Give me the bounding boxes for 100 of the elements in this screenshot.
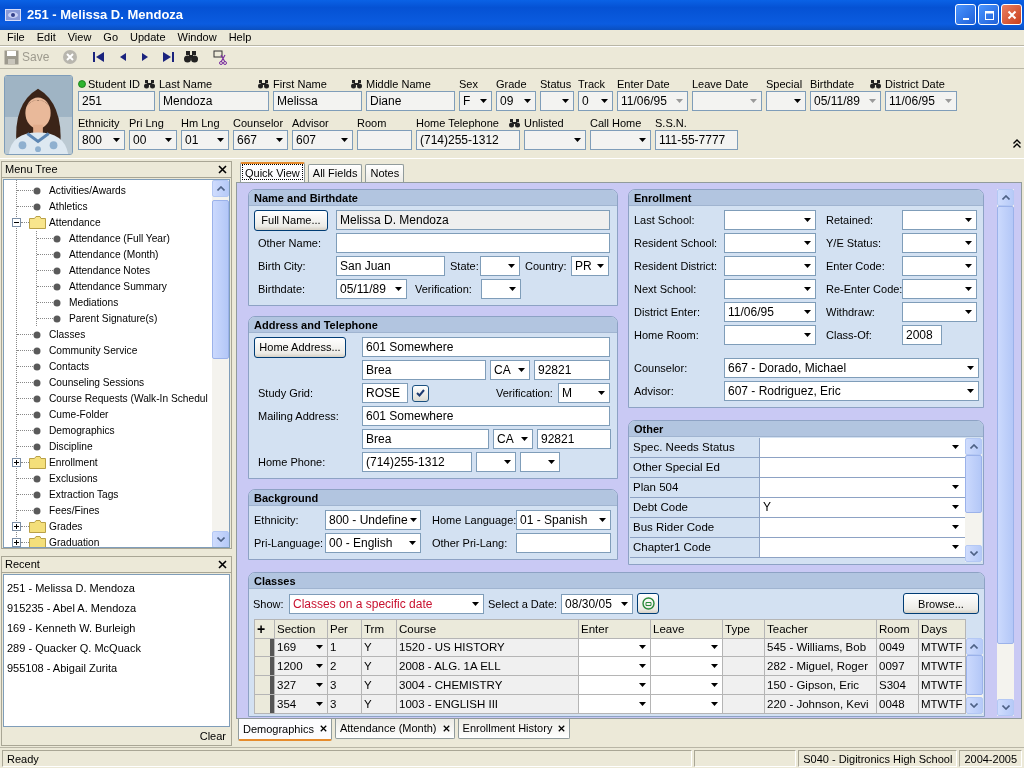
column-header[interactable]: Room: [876, 619, 919, 639]
scroll-thumb[interactable]: [212, 199, 229, 359]
scroll-down-button[interactable]: [997, 698, 1014, 716]
dropdown[interactable]: 05/11/89: [810, 90, 881, 111]
tab[interactable]: Notes: [365, 163, 405, 182]
dropdown[interactable]: [724, 210, 816, 231]
tree-item[interactable]: Graduation: [49, 537, 100, 547]
text-field[interactable]: Diane: [366, 90, 455, 111]
dropdown[interactable]: M: [558, 383, 610, 404]
tab[interactable]: Enrollment History: [457, 718, 571, 739]
text-field[interactable]: (714)255-1312: [416, 129, 520, 150]
text-field[interactable]: Brea: [362, 360, 486, 381]
text-field[interactable]: [357, 129, 412, 150]
scroll-down-button[interactable]: [965, 544, 982, 562]
text-field[interactable]: 601 Somewhere: [362, 337, 610, 358]
tab[interactable]: Quick View: [240, 161, 305, 182]
tree-item[interactable]: Attendance Summary: [69, 281, 167, 293]
text-field[interactable]: 92821: [534, 360, 610, 381]
dropdown[interactable]: [650, 694, 723, 714]
dropdown[interactable]: [766, 90, 806, 111]
dropdown[interactable]: CA: [490, 360, 530, 381]
dropdown[interactable]: [902, 302, 977, 323]
maximize-button[interactable]: [978, 4, 999, 26]
dropdown[interactable]: [540, 90, 574, 111]
menu-item[interactable]: View: [61, 31, 98, 44]
dropdown[interactable]: 08/30/05: [561, 593, 634, 614]
binoculars-icon[interactable]: [144, 79, 155, 89]
tab[interactable]: All Fields: [307, 163, 363, 182]
expander-icon[interactable]: [12, 522, 21, 532]
tree-item[interactable]: Discipline: [49, 441, 93, 453]
add-row-button[interactable]: +: [254, 619, 275, 639]
dropdown[interactable]: [480, 256, 520, 277]
dropdown[interactable]: [476, 452, 516, 473]
dropdown[interactable]: [520, 452, 560, 473]
dropdown[interactable]: 00: [129, 129, 177, 150]
tree-item[interactable]: Mediations: [69, 297, 119, 309]
dropdown[interactable]: [724, 233, 816, 254]
dropdown[interactable]: 667: [233, 129, 288, 150]
dropdown[interactable]: [578, 675, 651, 695]
tree-item[interactable]: Fees/Fines: [49, 505, 100, 517]
dropdown[interactable]: 11/06/95: [885, 90, 957, 111]
column-header[interactable]: Type: [722, 619, 765, 639]
column-header[interactable]: Trm: [361, 619, 397, 639]
push-button[interactable]: Full Name...: [254, 209, 328, 231]
scroll-up-button[interactable]: [997, 188, 1014, 206]
expander-icon[interactable]: [12, 218, 21, 228]
menu-item[interactable]: Window: [171, 31, 223, 44]
dropdown[interactable]: [902, 210, 977, 231]
tree-item[interactable]: Attendance Notes: [69, 265, 150, 277]
dropdown[interactable]: 0: [578, 90, 613, 111]
tree-item[interactable]: Extraction Tags: [49, 489, 119, 501]
binoculars-icon[interactable]: [184, 49, 199, 65]
dropdown[interactable]: F: [459, 90, 492, 111]
column-header[interactable]: Enter: [578, 619, 651, 639]
dropdown[interactable]: Classes on a specific date: [289, 593, 484, 614]
push-button[interactable]: Home Address...: [254, 336, 346, 358]
binoculars-icon[interactable]: [509, 118, 520, 128]
dropdown[interactable]: 607 - Rodriguez, Eric: [724, 381, 979, 402]
recent-item[interactable]: 915235 - Abel A. Mendoza: [7, 601, 137, 614]
dropdown[interactable]: [650, 638, 723, 657]
close-icon[interactable]: [218, 559, 227, 569]
close-icon[interactable]: [218, 164, 227, 174]
dropdown[interactable]: [902, 233, 977, 254]
tree-item[interactable]: Attendance (Month): [69, 249, 159, 261]
menu-item[interactable]: Edit: [30, 31, 62, 44]
column-header[interactable]: Leave: [650, 619, 723, 639]
menu-item[interactable]: Update: [124, 31, 172, 44]
expander-icon[interactable]: [12, 458, 21, 468]
scissors-icon[interactable]: [213, 49, 228, 65]
scroll-thumb[interactable]: [965, 454, 982, 513]
text-field[interactable]: Mendoza: [159, 90, 269, 111]
tree-item[interactable]: Enrollment: [49, 457, 98, 469]
scroll-up-button[interactable]: [212, 179, 229, 197]
tree-item[interactable]: Community Service: [49, 345, 138, 357]
column-header[interactable]: Course: [396, 619, 579, 639]
dropdown[interactable]: 800: [78, 129, 125, 150]
text-field[interactable]: 92821: [537, 429, 611, 450]
text-field[interactable]: [516, 533, 611, 554]
column-header[interactable]: Days: [918, 619, 965, 639]
tab[interactable]: Attendance (Month): [334, 718, 455, 739]
recent-item[interactable]: 169 - Kenneth W. Burleigh: [7, 621, 136, 634]
last-record-icon[interactable]: [161, 49, 176, 65]
dropdown[interactable]: [724, 279, 816, 300]
close-icon[interactable]: [442, 724, 450, 732]
binoculars-icon[interactable]: [870, 79, 881, 89]
text-field[interactable]: 2008: [902, 325, 942, 346]
menu-item[interactable]: File: [1, 31, 31, 44]
text-field[interactable]: 251: [78, 90, 155, 111]
tree-item[interactable]: Classes: [49, 329, 86, 341]
first-record-icon[interactable]: [92, 49, 107, 65]
close-button[interactable]: [1001, 4, 1022, 26]
recent-item[interactable]: 289 - Quacker Q. McQuack: [7, 641, 141, 654]
dropdown[interactable]: [578, 656, 651, 676]
dropdown[interactable]: [692, 90, 762, 111]
tree-item[interactable]: Counseling Sessions: [49, 377, 145, 389]
dropdown[interactable]: [902, 279, 977, 300]
text-field[interactable]: Melissa D. Mendoza: [336, 210, 610, 231]
tree-item[interactable]: Attendance (Full Year): [69, 233, 170, 245]
expander-icon[interactable]: [12, 538, 21, 547]
tree-item[interactable]: Demographics: [49, 425, 115, 437]
